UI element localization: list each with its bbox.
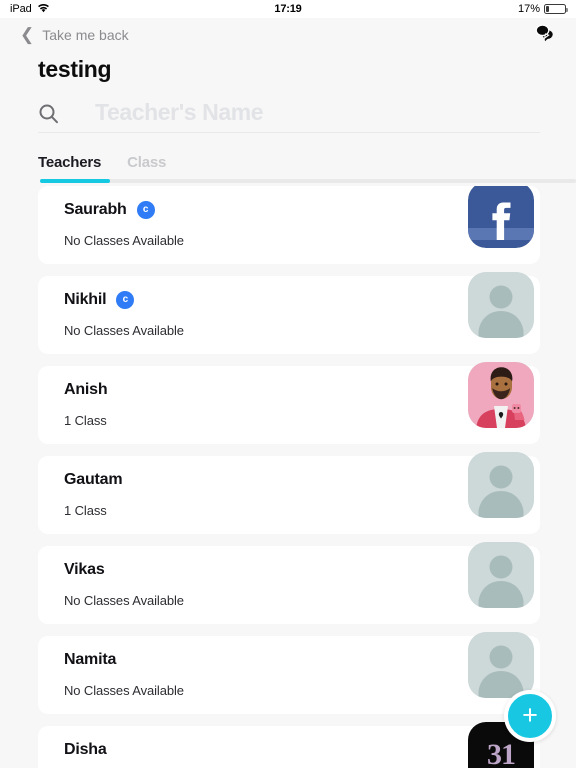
page-title: testing xyxy=(38,56,112,82)
teacher-card[interactable]: Vikas No Classes Available xyxy=(38,542,540,624)
teacher-status-badge: c xyxy=(116,291,135,309)
teacher-class-count: 1 Class xyxy=(64,413,107,428)
status-bar-right: 17% xyxy=(517,3,568,15)
teacher-name-row: Gautam xyxy=(64,470,420,490)
teacher-avatar xyxy=(468,632,534,698)
teacher-name-row: Vikas xyxy=(64,560,420,580)
status-bar: iPad 17:19 17% xyxy=(0,0,576,18)
device-name: iPad xyxy=(10,3,32,15)
teacher-class-count: No Classes Available xyxy=(64,683,184,698)
add-teacher-fab[interactable]: + xyxy=(504,690,556,742)
teacher-name: Gautam xyxy=(64,471,123,488)
teacher-status-badge: c xyxy=(136,201,155,219)
status-bar-time: 17:19 xyxy=(274,3,302,15)
back-button-label: Take me back xyxy=(42,27,129,43)
teacher-card[interactable]: Gautam 1 Class xyxy=(38,452,540,534)
default-person-avatar-icon xyxy=(468,272,534,338)
teacher-name: Anish xyxy=(64,381,108,398)
teacher-name: Namita xyxy=(64,651,117,668)
teacher-card[interactable]: Saurabh c No Classes Available xyxy=(38,186,540,264)
search-icon xyxy=(38,103,59,124)
teacher-avatar xyxy=(468,362,534,428)
teacher-name-row: Anish xyxy=(64,380,420,400)
chevron-left-icon: ❮ xyxy=(20,25,35,44)
chat-button[interactable] xyxy=(534,23,556,48)
tab-class[interactable]: Class xyxy=(127,154,166,173)
teacher-card[interactable]: Anish 1 Class xyxy=(38,362,540,444)
search-bar[interactable] xyxy=(38,95,540,133)
default-person-avatar-icon xyxy=(468,452,534,518)
teacher-name: Nikhil xyxy=(64,291,107,308)
teacher-avatar xyxy=(468,186,534,248)
teacher-avatar xyxy=(468,452,534,518)
teacher-name-row: Disha xyxy=(64,740,420,760)
teacher-name: Disha xyxy=(64,741,107,758)
back-button[interactable]: ❮ Take me back xyxy=(20,25,129,44)
plus-icon: + xyxy=(522,699,538,730)
tab-active-indicator xyxy=(40,179,110,183)
tab-list: Teachers Class xyxy=(0,147,576,173)
teacher-class-count: No Classes Available xyxy=(64,233,184,248)
teacher-list[interactable]: Saurabh c No Classes Available Nikhil c No C… xyxy=(0,186,576,768)
teacher-card[interactable]: Nikhil c No Classes Available xyxy=(38,272,540,354)
teacher-class-count: 1 Class xyxy=(64,503,107,518)
teacher-class-count: No Classes Available xyxy=(64,593,184,608)
teacher-name: Vikas xyxy=(64,561,105,578)
facebook-logo-icon xyxy=(468,186,534,248)
app-root: iPad 17:19 17% ❮ Take me back testing Te… xyxy=(0,0,576,768)
teacher-name-row: Saurabh c xyxy=(64,200,420,220)
teacher-card[interactable]: Disha 31 xyxy=(38,722,540,768)
teacher-name: Saurabh xyxy=(64,201,127,218)
teacher-avatar xyxy=(468,272,534,338)
battery-percent-label: 17% xyxy=(517,3,540,15)
teacher-name-row: Nikhil c xyxy=(64,290,420,310)
search-input[interactable] xyxy=(69,99,540,128)
chat-bubbles-icon xyxy=(534,23,556,48)
teacher-card[interactable]: Namita No Classes Available xyxy=(38,632,540,714)
default-person-avatar-icon xyxy=(468,542,534,608)
teacher-class-count: No Classes Available xyxy=(64,323,184,338)
battery-icon xyxy=(544,4,568,14)
tabs-container: Teachers Class xyxy=(0,147,576,183)
status-bar-left: iPad xyxy=(10,3,50,16)
default-person-avatar-icon xyxy=(468,632,534,698)
tab-teachers[interactable]: Teachers xyxy=(38,154,101,173)
cartoon-man-avatar-icon xyxy=(468,362,534,428)
teacher-avatar xyxy=(468,542,534,608)
teacher-name-row: Namita xyxy=(64,650,420,670)
tab-underline-track xyxy=(40,179,576,183)
wifi-icon xyxy=(37,3,50,16)
navigation-bar: ❮ Take me back xyxy=(0,18,576,52)
